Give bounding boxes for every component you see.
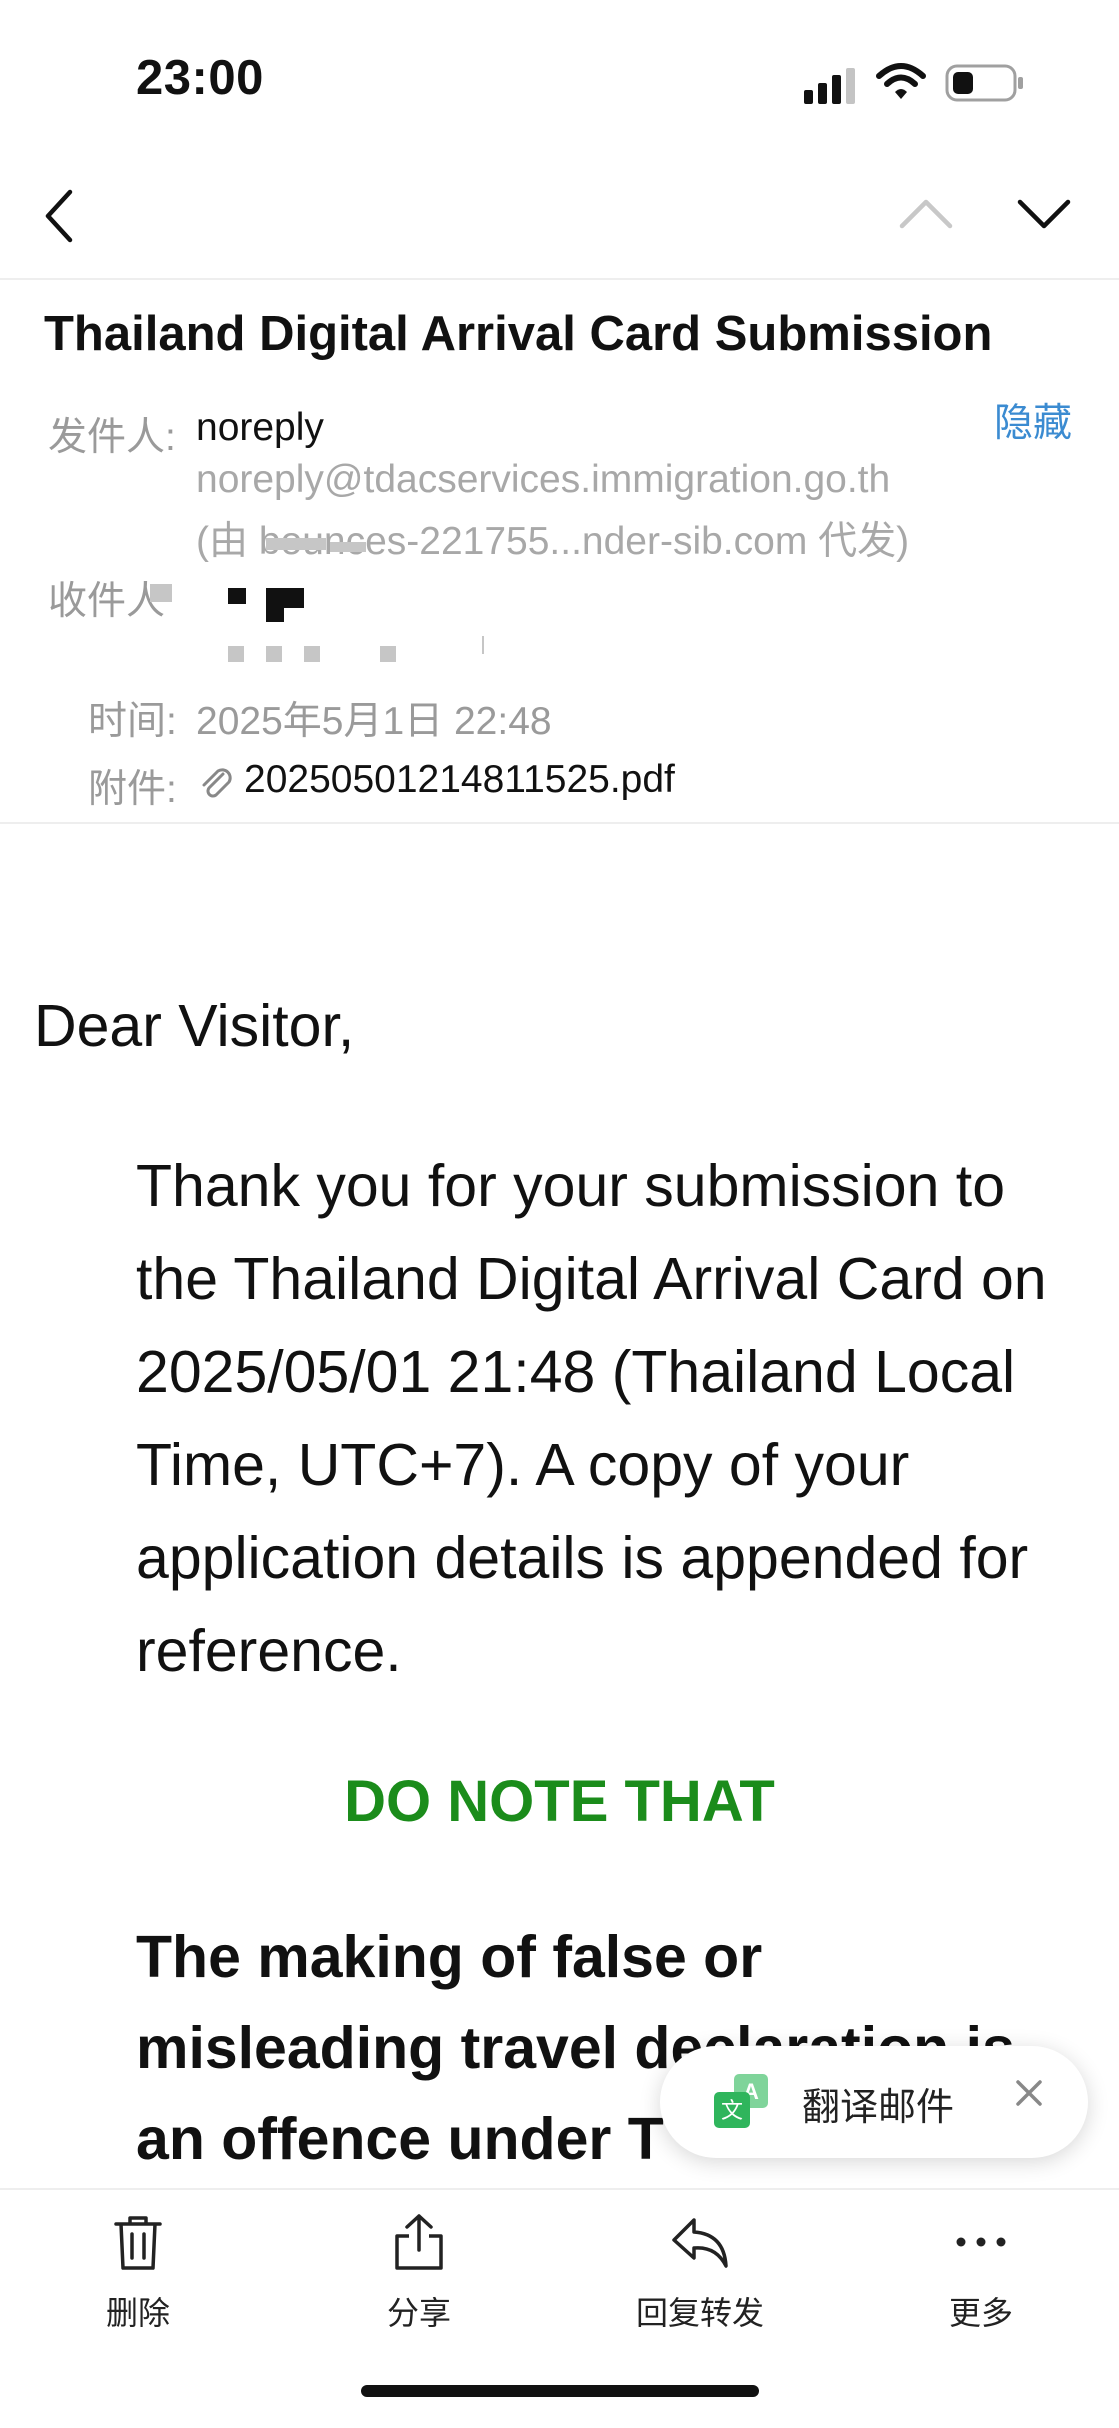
reply-forward-label: 回复转发 (635, 2295, 764, 2331)
email-greeting: Dear Visitor, (34, 993, 355, 1059)
share-icon (395, 2214, 443, 2270)
email-subject: Thailand Digital Arrival Card Submission (44, 307, 993, 361)
reply-icon (672, 2218, 728, 2268)
note-heading: DO NOTE THAT (344, 1769, 775, 1834)
time-value: 2025年5月1日 22:48 (196, 700, 552, 743)
divider (0, 278, 1119, 280)
sender-label: 发件人: (48, 416, 176, 459)
delete-button[interactable]: 删除 (48, 2212, 228, 2334)
sender-name[interactable]: noreply (196, 406, 324, 450)
more-label: 更多 (948, 2295, 1013, 2331)
attachment-file[interactable]: 20250501214811525.pdf (244, 758, 675, 802)
battery-icon (945, 64, 1023, 102)
more-icon (956, 2237, 1006, 2247)
translate-email-popup[interactable]: A 文 翻译邮件 (660, 2046, 1088, 2158)
time-label: 时间: (88, 700, 177, 743)
home-indicator[interactable] (361, 2385, 759, 2397)
trash-icon (114, 2216, 162, 2270)
paperclip-icon (202, 768, 232, 798)
share-label: 分享 (386, 2295, 451, 2331)
recipient-label: 收件人 (48, 580, 166, 623)
up-chevron-icon[interactable] (898, 196, 954, 232)
translate-icon: A 文 (714, 2074, 768, 2128)
sender-email[interactable]: noreply@tdacservices.immigration.go.th (196, 458, 890, 502)
translate-email-label: 翻译邮件 (802, 2087, 955, 2129)
hide-details-link[interactable]: 隐藏 (994, 392, 1072, 448)
close-icon[interactable] (1012, 2076, 1046, 2110)
svg-text:文: 文 (721, 2099, 743, 2124)
share-button[interactable]: 分享 (329, 2212, 509, 2334)
divider (0, 822, 1119, 824)
email-paragraph: Thank you for your submission to the Tha… (136, 1153, 1047, 1684)
back-chevron-icon[interactable] (40, 188, 80, 244)
wifi-icon (876, 63, 926, 99)
delete-label: 删除 (105, 2295, 170, 2331)
reply-forward-button[interactable]: 回复转发 (610, 2212, 790, 2334)
status-time: 23:00 (136, 51, 264, 105)
attachment-label: 附件: (88, 768, 177, 811)
more-button[interactable]: 更多 (891, 2212, 1071, 2334)
down-chevron-icon[interactable] (1016, 196, 1072, 232)
cellular-signal-icon (804, 68, 855, 104)
